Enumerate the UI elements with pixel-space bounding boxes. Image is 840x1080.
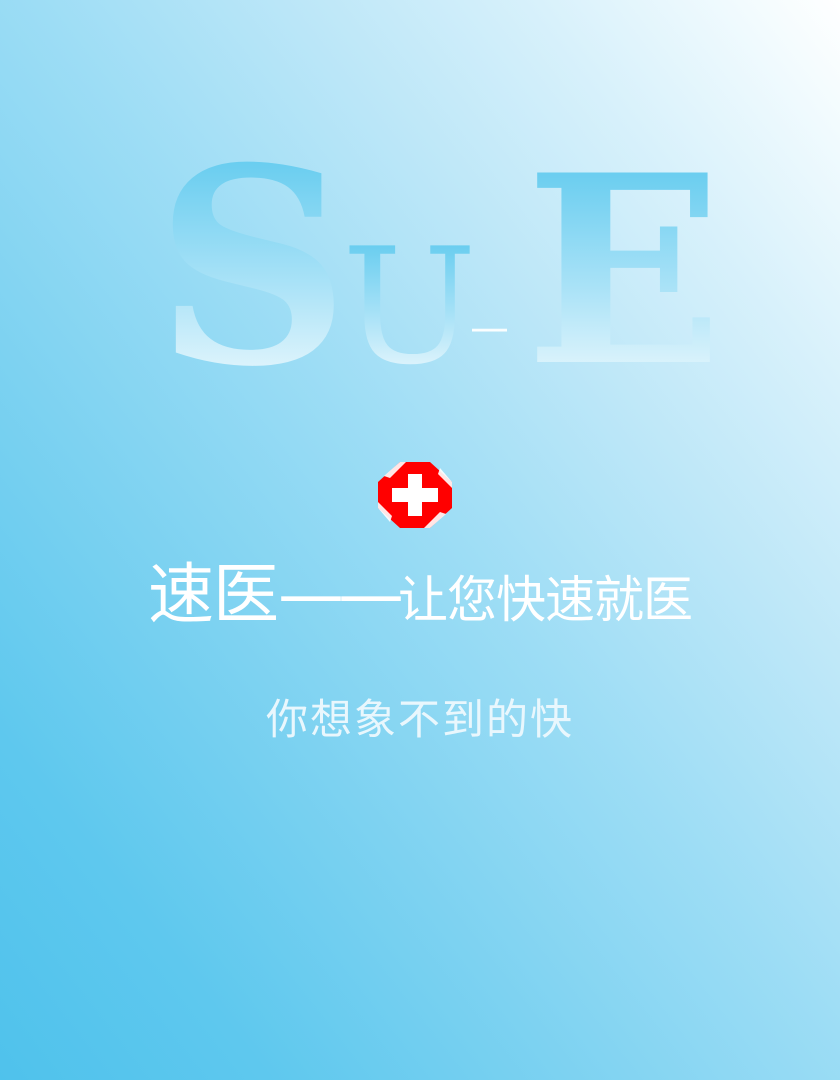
su-e-logo: S U _ E [155, 140, 710, 380]
logo-underscore: _ [472, 250, 507, 332]
logo-letter-e: E [525, 140, 710, 380]
brand-name: 速医 [148, 556, 279, 633]
tagline: 你想象不到的快 [265, 695, 574, 744]
headline-slogan: 让您快速就医 [398, 571, 693, 629]
logo-letter-u: U [342, 213, 477, 380]
headline-dash: —— [278, 556, 404, 633]
headline: 速医——让您快速就医 [0, 555, 840, 640]
logo-letter-s: S [155, 140, 350, 380]
red-cross-icon [378, 462, 452, 528]
splash-screen: S U _ E 速医——让您快速就医 你想象不到的快 [0, 0, 840, 1080]
